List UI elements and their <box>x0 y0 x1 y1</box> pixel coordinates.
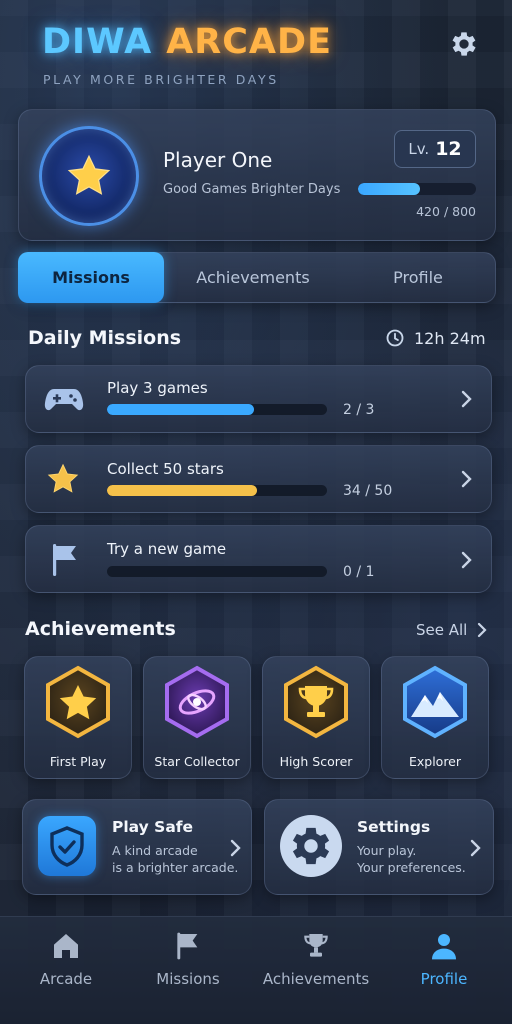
app-title: DIWA ARCADE <box>42 22 332 62</box>
gear-icon <box>280 815 342 877</box>
mission-count: 2 / 3 <box>343 402 375 418</box>
level-number: 12 <box>435 138 462 160</box>
trophy-icon <box>304 934 328 957</box>
mission-count: 34 / 50 <box>343 483 393 499</box>
see-all-label: See All <box>416 621 468 639</box>
nav-label: Achievements <box>262 970 370 988</box>
gamepad-icon <box>44 385 84 419</box>
chevron-right-icon <box>478 622 487 638</box>
tagline: PLAY MORE BRIGHTER DAYS <box>43 72 279 87</box>
nav-label: Missions <box>156 970 220 988</box>
achievements-title: Achievements <box>25 618 176 640</box>
trophy-badge-icon <box>280 665 352 751</box>
mission-timer: 12h 24m <box>385 328 486 348</box>
play-safe-line2: is a brighter arcade. <box>112 860 239 875</box>
mountain-badge-icon <box>399 665 471 751</box>
nav-label: Arcade <box>39 970 93 988</box>
level-badge: Lv. 12 <box>394 130 476 168</box>
chevron-right-icon <box>461 551 472 569</box>
mission-progress-bar <box>107 485 327 496</box>
xp-text: 420 / 800 <box>416 204 476 219</box>
chevron-right-icon <box>470 839 481 857</box>
settings-title: Settings <box>357 818 431 836</box>
home-icon <box>54 934 78 958</box>
xp-progress-fill <box>358 183 420 195</box>
app-title-part2: ARCADE <box>166 22 332 62</box>
star-icon <box>67 154 111 195</box>
xp-progress-bar <box>358 183 476 195</box>
player-name: Player One <box>163 148 273 172</box>
mission-progress-fill <box>107 404 254 415</box>
settings-line1: Your play. <box>357 843 417 858</box>
achievement-label: First Play <box>49 754 107 769</box>
mission-item-play-games[interactable] <box>25 365 492 433</box>
play-safe-line1: A kind arcade <box>112 843 198 858</box>
achievement-label: Explorer <box>408 754 462 769</box>
galaxy-badge-icon <box>161 665 233 751</box>
mission-label: Play 3 games <box>107 379 208 397</box>
see-all-link[interactable]: See All <box>416 621 487 639</box>
level-label: Lv. <box>408 140 430 158</box>
star-icon <box>45 461 81 501</box>
mission-count: 0 / 1 <box>343 564 375 580</box>
chevron-right-icon <box>461 470 472 488</box>
mission-item-collect-stars[interactable] <box>25 445 492 513</box>
person-icon <box>432 934 456 960</box>
player-motto: Good Games Brighter Days <box>163 182 341 197</box>
flag-icon <box>177 932 198 960</box>
tab-profile[interactable]: Profile <box>340 252 496 303</box>
nav-item-arcade[interactable]: Arcade <box>36 930 96 988</box>
mission-label: Try a new game <box>107 540 227 558</box>
gear-icon[interactable] <box>448 28 480 60</box>
mission-progress-fill <box>107 485 257 496</box>
play-safe-title: Play Safe <box>112 818 194 836</box>
shield-icon <box>38 816 96 876</box>
settings-line2: Your preferences. <box>357 860 466 875</box>
tab-achievements[interactable]: Achievements <box>172 252 334 303</box>
avatar[interactable] <box>39 126 139 226</box>
chevron-right-icon <box>230 839 241 857</box>
app-title-part1: DIWA <box>42 22 153 62</box>
mission-progress-bar <box>107 404 327 415</box>
mission-label: Collect 50 stars <box>107 460 224 478</box>
achievement-label: Star Collector <box>154 754 240 769</box>
nav-label: Profile <box>420 970 468 988</box>
daily-missions-title: Daily Missions <box>28 327 182 349</box>
chevron-right-icon <box>461 390 472 408</box>
nav-item-missions[interactable]: Missions <box>152 930 224 988</box>
mission-progress-bar <box>107 566 327 577</box>
clock-icon <box>386 329 404 347</box>
mission-item-try-new-game[interactable] <box>25 525 492 593</box>
nav-item-achievements[interactable]: Achievements <box>262 930 370 988</box>
flag-icon <box>50 542 80 582</box>
tab-missions[interactable]: Missions <box>18 252 164 303</box>
nav-item-profile[interactable]: Profile <box>414 930 474 988</box>
achievement-label: High Scorer <box>279 754 353 769</box>
timer-text: 12h 24m <box>414 328 486 348</box>
star-badge-icon <box>42 665 114 751</box>
